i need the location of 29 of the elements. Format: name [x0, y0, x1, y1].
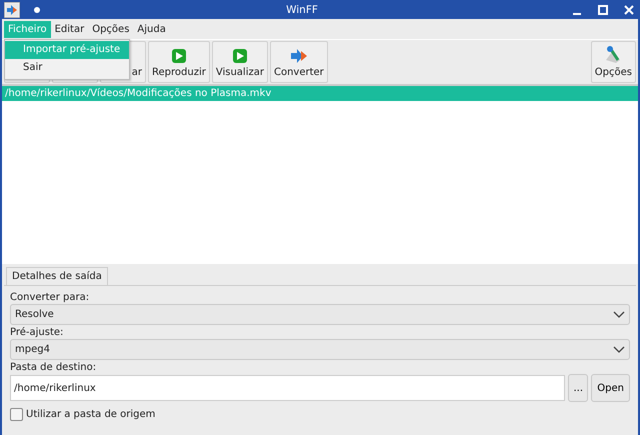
chevron-icon: [613, 310, 625, 318]
field-label: Converter para:: [10, 292, 90, 303]
menu-item[interactable]: Ajuda: [133, 20, 170, 38]
preset-dropdown[interactable]: mpeg4: [10, 339, 630, 360]
wrench-icon: [604, 46, 622, 64]
menu-item[interactable]: Opções: [88, 20, 134, 38]
maximize-icon[interactable]: [598, 4, 608, 14]
tab[interactable]: Detalhes de saída: [6, 267, 108, 285]
menu-item[interactable]: Editar: [50, 20, 88, 38]
close-icon[interactable]: [624, 4, 634, 14]
pin-icon[interactable]: [34, 6, 40, 12]
window-title: WinFF: [285, 4, 319, 16]
options-button[interactable]: Opções: [590, 41, 636, 83]
chevron-icon: [613, 346, 625, 354]
toolbar-button[interactable]: Visualizar: [212, 41, 268, 83]
field-label: Pré-ajuste:: [10, 327, 64, 338]
arrow-icon: [290, 48, 308, 64]
toolbar-button[interactable]: Reproduzir: [148, 41, 210, 83]
destination-field[interactable]: /home/rikerlinux: [10, 375, 566, 401]
checkbox[interactable]: [10, 408, 23, 421]
checkbox-label: Utilizar a pasta de origem: [26, 409, 156, 420]
convert-to-dropdown[interactable]: Resolve: [10, 304, 630, 325]
menu-item[interactable]: Sair: [5, 59, 129, 77]
field-label: Pasta de destino:: [10, 362, 98, 373]
open-button[interactable]: Open: [591, 374, 630, 402]
toolbar-button[interactable]: Converter: [270, 41, 328, 83]
play-icon: [170, 48, 187, 64]
browse-button[interactable]: ...: [568, 374, 588, 402]
play-icon: [232, 48, 248, 64]
